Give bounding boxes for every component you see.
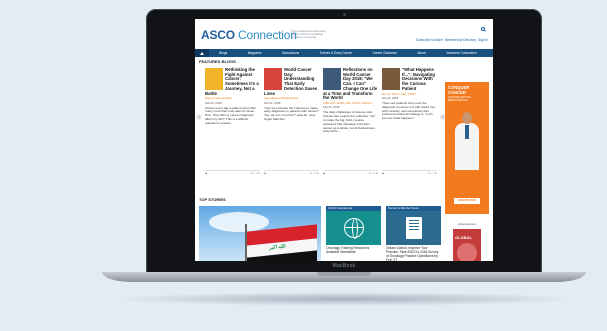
nav-trainee[interactable]: Trainee & Early Career: [320, 51, 352, 55]
link-subscribe[interactable]: Subscribe to eAlert: [416, 38, 443, 42]
laptop-lid: ASCO Connection The professional network…: [146, 9, 542, 273]
blog-date: Feb 01, 2018: [323, 105, 340, 110]
laptop-base: [102, 272, 586, 282]
camera-icon: [343, 13, 346, 16]
top-stories-section: TOP STORIES الله اكبر ASCO International…: [199, 197, 443, 261]
story-title[interactable]: Obtain Data to Improve Your Practice: Ta…: [386, 246, 441, 261]
globe-icon: [343, 218, 364, 239]
blog-card[interactable]: "What Happens If...": Navigating Decisio…: [382, 67, 437, 176]
story-image: [326, 211, 381, 245]
cloud-shape: [209, 212, 269, 232]
blog-card[interactable]: Rethinking the Fight Against Cancer: Som…: [205, 67, 260, 176]
blog-date: Jan 29, 2018: [382, 95, 399, 100]
site-tagline: The professional networking site for ASC…: [291, 29, 326, 40]
advertisement-label: Advertisement: [458, 222, 476, 226]
nav-discussions[interactable]: Discussions: [282, 51, 299, 55]
home-button[interactable]: [195, 49, 209, 57]
blog-thumbnail: [323, 68, 341, 90]
featured-blogs-section: FEATURED BLOGS ‹ Rethinking the Fight Ag…: [196, 59, 446, 176]
conquer-cancer-ad[interactable]: CONQUER CANCER FUND THE NEXT BIG BREAKTH…: [445, 82, 489, 214]
nav-career[interactable]: Career Guidance: [373, 51, 397, 55]
view-icon: ◉: [264, 172, 267, 175]
search-icon[interactable]: [481, 27, 485, 31]
document-icon: [405, 217, 422, 239]
nav-about[interactable]: About: [417, 51, 425, 55]
blog-share-bar: ◉ ✉ ✓ f in: [382, 170, 437, 175]
blog-share-bar: ◉ ✉ ✓ f in: [323, 170, 378, 175]
ad-subtext: FUND THE NEXT BIG BREAKTHROUGH: [448, 97, 471, 102]
top-stories-title: TOP STORIES: [199, 197, 226, 202]
view-icon: ◉: [205, 172, 208, 175]
laptop-notch: [317, 272, 371, 276]
share-icons[interactable]: ✉ ✓ f in: [369, 172, 378, 175]
share-icons[interactable]: ✉ ✓ f in: [310, 172, 319, 175]
blog-carousel: ‹ Rethinking the Fight Against Cancer: S…: [196, 67, 446, 176]
link-sign-in[interactable]: Sign In: [478, 38, 488, 42]
donate-button[interactable]: DONATE NOW: [454, 198, 480, 204]
main-nav: Blogs Magazine Discussions Trainee & Ear…: [195, 49, 493, 57]
doctor-image: [453, 112, 481, 170]
blog-thumbnail: [205, 68, 223, 90]
story-image: [386, 211, 441, 245]
blog-thumbnail: [382, 68, 400, 90]
blog-thumbnail: [264, 68, 282, 90]
global-ad-graphic: [457, 243, 477, 261]
nav-volunteer[interactable]: Volunteer Connection: [446, 51, 476, 55]
carousel-prev-button[interactable]: ‹: [196, 114, 202, 120]
blog-excerpt: Almost every day a patient (and often ma…: [205, 105, 257, 125]
header-links: Subscribe to eAlert Membership Directory…: [416, 38, 488, 42]
blog-card[interactable]: Reflections on World Cancer Day 2018: "W…: [323, 67, 378, 176]
blog-share-bar: ◉ ✉ ✓ f in: [264, 170, 319, 175]
featured-blogs-title: FEATURED BLOGS: [199, 59, 236, 64]
share-icons[interactable]: ✉ ✓ f in: [251, 172, 260, 175]
featured-story-image[interactable]: الله اكبر: [199, 206, 321, 261]
story-card[interactable]: ASCO International Oncology Training Res…: [326, 206, 381, 261]
view-icon: ◉: [382, 172, 385, 175]
blog-share-bar: ◉ ✉ ✓ f in: [205, 170, 260, 175]
blog-date: Feb 01, 2018: [264, 100, 281, 105]
laptop-screen: ASCO Connection The professional network…: [195, 19, 493, 261]
blog-excerpt: There are patients who meet the diagnosi…: [382, 100, 435, 121]
story-card[interactable]: Society & Member News Obtain Data to Imp…: [386, 206, 441, 261]
logo-sub-text: Connection: [238, 28, 297, 42]
global-ad[interactable]: GLOBAL: [453, 229, 481, 261]
logo-main-text: ASCO: [201, 28, 235, 42]
blog-card[interactable]: World Cancer Day: Understanding That Ear…: [264, 67, 319, 176]
view-icon: ◉: [323, 172, 326, 175]
home-icon: [200, 51, 204, 55]
iraq-flag-image: الله اكبر: [247, 224, 317, 261]
blog-date: Feb 05, 2018: [205, 100, 222, 105]
site-logo[interactable]: ASCO Connection: [201, 28, 297, 42]
laptop-shadow: [110, 292, 580, 306]
nav-magazine[interactable]: Magazine: [248, 51, 262, 55]
laptop-brand-label: MacBook: [332, 263, 356, 269]
nav-blogs[interactable]: Blogs: [219, 51, 227, 55]
link-directory[interactable]: Membership Directory: [445, 38, 476, 42]
share-icons[interactable]: ✉ ✓ f in: [428, 172, 437, 175]
blog-excerpt: "Can we increase the chances to make ear…: [264, 105, 319, 122]
site-header: ASCO Connection The professional network…: [195, 19, 493, 49]
ad-headline: CONQUER CANCER: [448, 85, 470, 95]
story-title[interactable]: Oncology Training Resources Available Wo…: [326, 246, 381, 255]
blog-excerpt: The daily challenges of science and clin…: [323, 110, 376, 134]
